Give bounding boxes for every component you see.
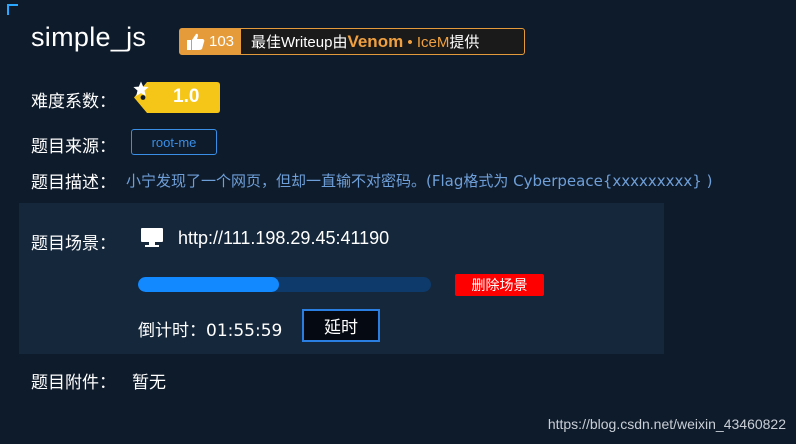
writeup-coauthor[interactable]: IceM <box>417 34 450 51</box>
countdown: 倒计时：01:55:59 <box>138 316 282 341</box>
corner-decoration <box>7 4 18 15</box>
writeup-author[interactable]: Venom <box>347 32 403 51</box>
attachment-label: 题目附件： <box>31 373 116 393</box>
source-tag[interactable]: root-me <box>131 129 217 155</box>
attachment-value: 暂无 <box>132 373 166 393</box>
difficulty-value: 1.0 <box>173 86 200 107</box>
difficulty-badge: 1.0 <box>133 81 221 114</box>
delete-scene-button[interactable]: 删除场景 <box>455 274 544 296</box>
watermark: https://blog.csdn.net/weixin_43460822 <box>547 416 786 432</box>
challenge-title: simple_js <box>31 22 147 52</box>
scene-progress-bar <box>138 277 431 292</box>
like-count: 103 <box>209 33 235 50</box>
difficulty-label: 难度系数： <box>31 92 116 112</box>
star-icon <box>133 81 149 96</box>
scene-url[interactable]: http://111.198.29.45:41190 <box>178 228 389 249</box>
description-label: 题目描述： <box>31 173 116 193</box>
extend-time-button[interactable]: 延时 <box>302 309 380 342</box>
writeup-badge[interactable]: 103 最佳Writeup由Venom • IceM提供 <box>179 28 525 55</box>
source-label: 题目来源： <box>31 137 116 157</box>
scene-label: 题目场景： <box>31 234 116 254</box>
description-text: 小宁发现了一个网页，但却一直输不对密码。(Flag格式为 Cyberpeace{… <box>126 172 713 190</box>
scene-progress-fill <box>138 277 279 292</box>
countdown-value: 01:55:59 <box>206 321 283 341</box>
writeup-credit: 最佳Writeup由Venom • IceM提供 <box>241 31 479 52</box>
thumbs-up-icon <box>187 33 205 50</box>
countdown-label: 倒计时： <box>138 321 206 341</box>
monitor-icon <box>141 228 163 247</box>
writeup-separator: • <box>407 34 413 51</box>
writeup-suffix: 提供 <box>449 34 480 51</box>
writeup-prefix: 最佳Writeup由 <box>251 34 348 51</box>
like-button[interactable]: 103 <box>180 29 242 54</box>
